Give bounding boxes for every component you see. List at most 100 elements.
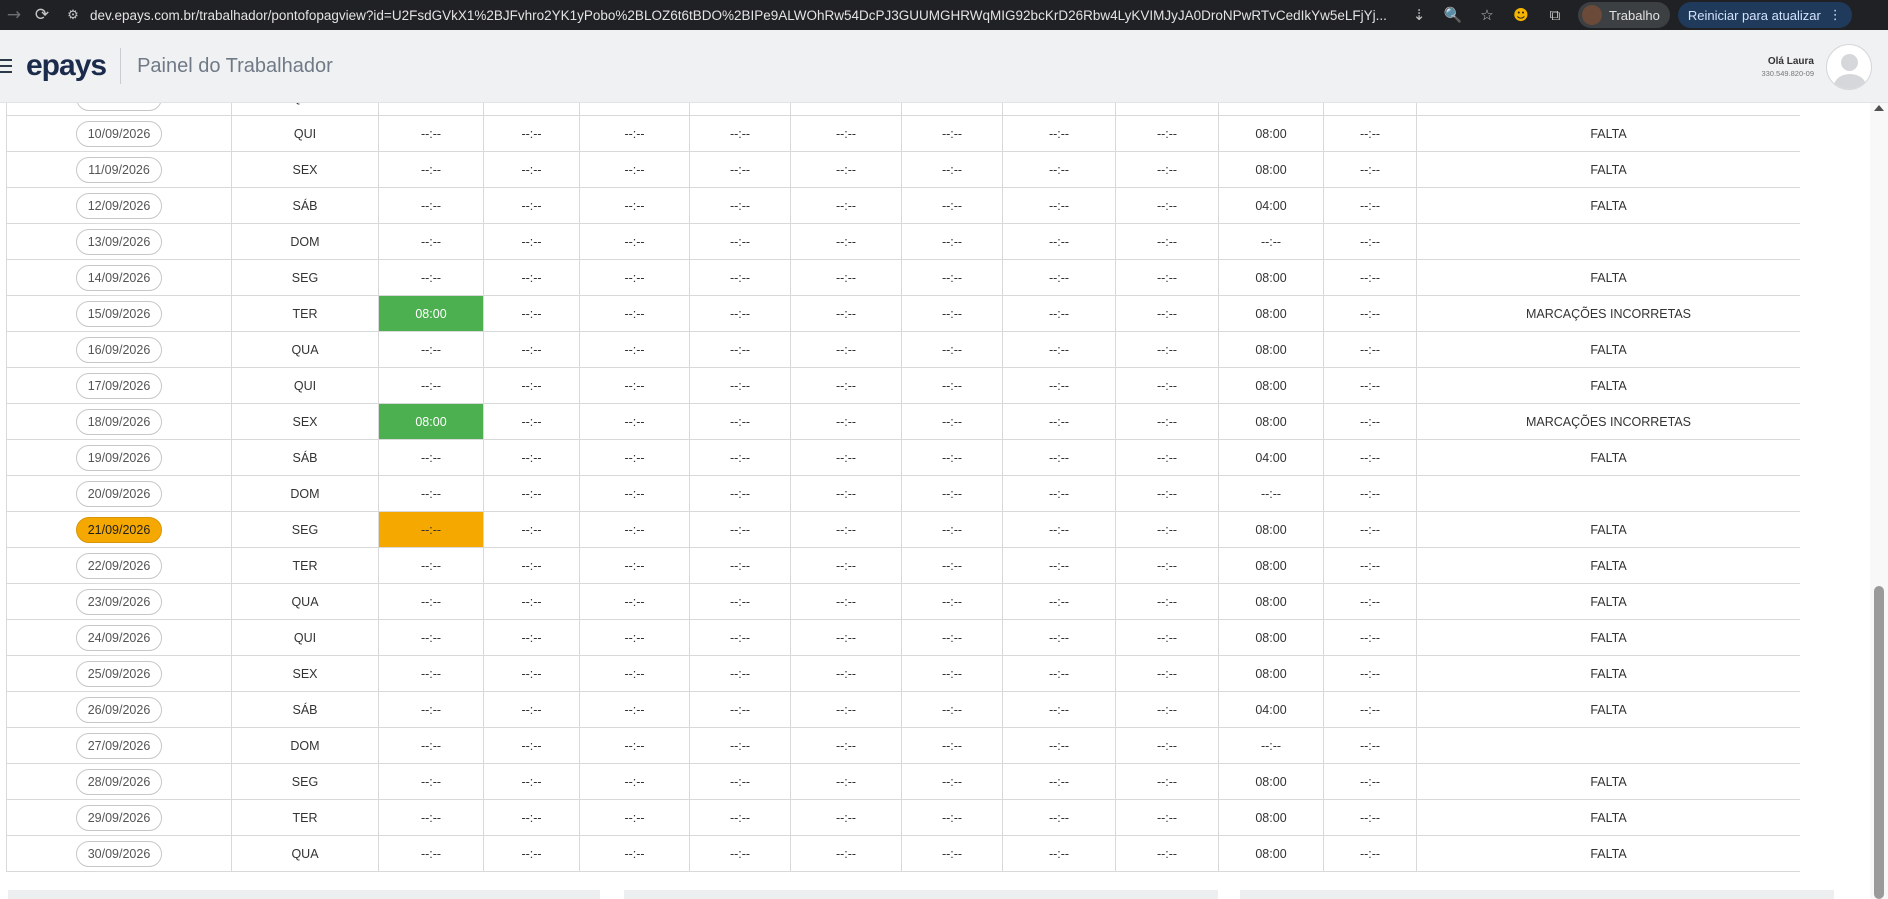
time-mark-cell[interactable]: --:--	[378, 655, 484, 692]
time-mark-cell[interactable]: --:--	[378, 835, 484, 872]
scroll-thumb[interactable]	[1874, 586, 1884, 899]
planned-hours-cell: 08:00	[1218, 763, 1324, 800]
date-button[interactable]: 30/09/2026	[76, 840, 162, 867]
weekday-cell: SEG	[231, 259, 379, 296]
time-mark-cell[interactable]: --:--	[378, 511, 484, 548]
time-mark-cell[interactable]: --:--	[378, 439, 484, 476]
weekday-cell: QUI	[231, 619, 379, 656]
time-mark-cell[interactable]: --:--	[378, 151, 484, 188]
date-button[interactable]: 24/09/2026	[76, 624, 162, 651]
date-button[interactable]: 11/09/2026	[76, 156, 162, 183]
date-button[interactable]: 14/09/2026	[76, 264, 162, 291]
scroll-up-arrow-icon[interactable]	[1874, 105, 1884, 111]
time-mark-cell[interactable]: --:--	[378, 727, 484, 764]
date-button[interactable]: 28/09/2026	[76, 768, 162, 795]
status-cell: FALTA	[1416, 835, 1800, 872]
time-mark-cell[interactable]: --:--	[378, 103, 484, 116]
date-button[interactable]: 26/09/2026	[76, 696, 162, 723]
planned-hours-cell: 08:00	[1218, 259, 1324, 296]
time-mark-cell: --:--	[1002, 295, 1116, 332]
date-button[interactable]: 17/09/2026	[76, 372, 162, 399]
time-mark-cell[interactable]: --:--	[378, 799, 484, 836]
date-button[interactable]: 25/09/2026	[76, 660, 162, 687]
extensions-puzzle-icon[interactable]: ⧉	[1538, 6, 1572, 24]
time-mark-cell: --:--	[689, 835, 791, 872]
date-button[interactable]: 18/09/2026	[76, 408, 162, 435]
time-mark-cell: --:--	[901, 223, 1003, 260]
profile-button[interactable]: Trabalho	[1578, 2, 1670, 28]
date-button[interactable]: 09/09/2026	[76, 103, 162, 111]
date-button[interactable]: 13/09/2026	[76, 228, 162, 255]
bookmark-star-icon[interactable]: ☆	[1470, 6, 1504, 24]
date-button[interactable]: 20/09/2026	[76, 480, 162, 507]
time-mark-cell: --:--	[579, 799, 690, 836]
date-button[interactable]: 19/09/2026	[76, 444, 162, 471]
date-button[interactable]: 29/09/2026	[76, 804, 162, 831]
time-mark-cell: --:--	[790, 655, 902, 692]
planned-hours-cell: 08:00	[1218, 835, 1324, 872]
time-mark-cell[interactable]: --:--	[378, 475, 484, 512]
summary-card	[1240, 890, 1834, 899]
date-button[interactable]: 21/09/2026	[76, 516, 162, 543]
address-bar[interactable]: dev.epays.com.br/trabalhador/pontofopagv…	[90, 8, 1390, 23]
time-mark-cell[interactable]: --:--	[378, 115, 484, 152]
date-button[interactable]: 10/09/2026	[76, 120, 162, 147]
time-mark-cell[interactable]: --:--	[378, 331, 484, 368]
time-mark-cell[interactable]: --:--	[378, 223, 484, 260]
time-mark-cell[interactable]: 08:00	[378, 295, 484, 332]
time-mark-cell: --:--	[483, 403, 580, 440]
planned-hours-cell: 08:00	[1218, 151, 1324, 188]
extension-icon[interactable]: ☻	[1504, 6, 1538, 24]
time-mark-cell[interactable]: 08:00	[378, 403, 484, 440]
user-avatar[interactable]	[1826, 43, 1872, 90]
date-button[interactable]: 23/09/2026	[76, 588, 162, 615]
time-mark-cell: --:--	[1115, 727, 1219, 764]
time-mark-cell: --:--	[689, 103, 791, 116]
date-button[interactable]: 27/09/2026	[76, 732, 162, 759]
update-button[interactable]: Reiniciar para atualizar ⋮	[1677, 2, 1852, 28]
date-button[interactable]: 15/09/2026	[76, 300, 162, 327]
time-mark-cell: --:--	[689, 475, 791, 512]
date-button[interactable]: 12/09/2026	[76, 192, 162, 219]
status-cell: FALTA	[1416, 331, 1800, 368]
time-mark-cell: --:--	[1115, 403, 1219, 440]
date-cell: 10/09/2026	[6, 115, 232, 152]
weekday-cell: QUA	[231, 835, 379, 872]
date-cell: 20/09/2026	[6, 475, 232, 512]
user-area[interactable]: Olá Laura 330.549.820-09	[1761, 30, 1888, 103]
time-mark-cell[interactable]: --:--	[378, 763, 484, 800]
time-mark-cell[interactable]: --:--	[378, 259, 484, 296]
reload-icon[interactable]: ⟳	[28, 0, 56, 30]
zoom-icon[interactable]: 🔍	[1436, 6, 1470, 24]
time-mark-cell: --:--	[790, 583, 902, 620]
site-settings-icon[interactable]: ⚙	[62, 0, 84, 30]
time-mark-cell: --:--	[1002, 763, 1116, 800]
page-scrollbar[interactable]	[1870, 103, 1888, 899]
extra-hours-cell: --:--	[1323, 763, 1417, 800]
time-mark-cell: --:--	[579, 583, 690, 620]
time-mark-cell: --:--	[579, 331, 690, 368]
time-mark-cell[interactable]: --:--	[378, 619, 484, 656]
time-mark-cell: --:--	[483, 115, 580, 152]
time-mark-cell: --:--	[579, 295, 690, 332]
time-mark-cell: --:--	[483, 727, 580, 764]
time-mark-cell[interactable]: --:--	[378, 691, 484, 728]
extra-hours-cell: --:--	[1323, 439, 1417, 476]
time-mark-cell: --:--	[1115, 583, 1219, 620]
install-app-icon[interactable]: ⇣	[1402, 6, 1436, 24]
status-cell	[1416, 223, 1800, 260]
time-mark-cell[interactable]: --:--	[378, 367, 484, 404]
forward-icon[interactable]: →	[0, 0, 28, 30]
date-button[interactable]: 16/09/2026	[76, 336, 162, 363]
epays-logo[interactable]: epays	[26, 49, 107, 83]
time-mark-cell: --:--	[790, 151, 902, 188]
menu-hamburger-icon[interactable]	[0, 59, 18, 73]
time-mark-cell: --:--	[1115, 151, 1219, 188]
browser-menu-icon: ⋮	[1828, 7, 1842, 23]
date-button[interactable]: 22/09/2026	[76, 552, 162, 579]
table-row: 12/09/2026 SÁB --:-- --:-- --:-- --:-- --:-- --…	[6, 187, 1800, 224]
table-row: 30/09/2026 QUA --:-- --:-- --:-- --:-- --:-- --…	[6, 835, 1800, 872]
time-mark-cell[interactable]: --:--	[378, 187, 484, 224]
time-mark-cell[interactable]: --:--	[378, 583, 484, 620]
time-mark-cell[interactable]: --:--	[378, 547, 484, 584]
